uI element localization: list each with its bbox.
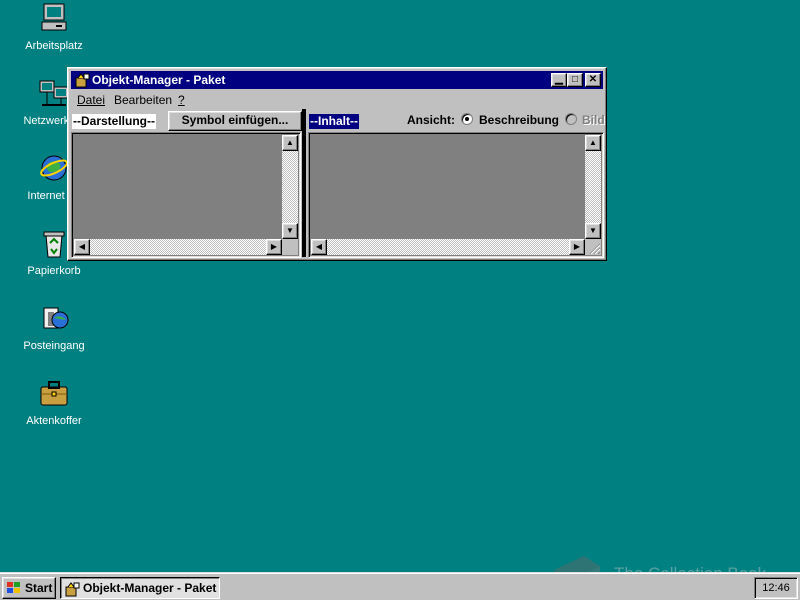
object-manager-window[interactable]: Objekt-Manager - Paket ▁ □ ✕ Datei Bearb…	[67, 67, 607, 261]
view-label: Ansicht:	[407, 113, 455, 127]
network-icon	[38, 77, 70, 109]
inhalt-header: --Inhalt--	[309, 114, 359, 129]
appearance-pane[interactable]: ▲ ▼ ◀ ▶	[71, 132, 301, 258]
minimize-button[interactable]: ▁	[551, 73, 567, 87]
arrow-down-icon: ▼	[589, 226, 597, 235]
arrow-up-icon: ▲	[286, 138, 294, 147]
desktop-icon-aktenkoffer[interactable]: Aktenkoffer	[8, 377, 100, 441]
scroll-right-button[interactable]: ▶	[569, 239, 585, 255]
darstellung-header: --Darstellung--	[72, 114, 156, 129]
close-icon: ✕	[588, 74, 598, 85]
resize-grip-icon	[589, 243, 601, 255]
desktop-icon-label: Arbeitsplatz	[25, 40, 83, 52]
view-description-radio[interactable]	[461, 113, 473, 125]
my-computer-icon	[38, 2, 70, 34]
taskbar-button-object-manager[interactable]: Objekt-Manager - Paket	[60, 577, 220, 599]
scroll-up-button[interactable]: ▲	[585, 135, 601, 151]
scroll-corner	[282, 239, 298, 255]
desktop-icon-label: Papierkorb	[27, 265, 81, 277]
package-icon	[74, 72, 90, 88]
start-label: Start	[25, 581, 53, 595]
taskbar: Start Objekt-Manager - Paket 12:46	[0, 572, 800, 600]
arrow-right-icon: ▶	[270, 242, 278, 251]
view-image-label: Bild	[582, 113, 605, 127]
desktop-icon-label: Aktenkoffer	[26, 415, 82, 427]
desktop-icon-posteingang[interactable]: Posteingang	[8, 302, 100, 366]
horizontal-scrollbar[interactable]: ◀ ▶	[74, 239, 282, 255]
arrow-right-icon: ▶	[573, 242, 581, 251]
pane-splitter[interactable]	[302, 109, 306, 257]
view-image-radio	[565, 113, 577, 125]
menu-datei[interactable]: Datei	[77, 93, 105, 107]
horizontal-scrollbar[interactable]: ◀ ▶	[311, 239, 585, 255]
vertical-scrollbar[interactable]: ▲ ▼	[585, 135, 601, 239]
scroll-right-button[interactable]: ▶	[266, 239, 282, 255]
menu-label: Datei	[77, 93, 106, 107]
system-tray-clock[interactable]: 12:46	[754, 577, 798, 599]
arrow-left-icon: ◀	[315, 242, 323, 251]
menu-label: Bearbeiten	[114, 93, 173, 107]
recycle-bin-icon	[38, 227, 70, 259]
start-button[interactable]: Start	[2, 577, 56, 599]
package-icon	[64, 581, 80, 597]
maximize-icon: □	[571, 74, 579, 85]
title-bar[interactable]: Objekt-Manager - Paket ▁ □ ✕	[71, 71, 603, 89]
menu-help[interactable]: ?	[178, 93, 185, 107]
briefcase-icon	[38, 377, 70, 409]
arrow-up-icon: ▲	[589, 138, 597, 147]
close-button[interactable]: ✕	[585, 73, 601, 87]
scroll-down-button[interactable]: ▼	[585, 223, 601, 239]
desktop-icon-label: Posteingang	[23, 340, 85, 352]
vertical-scrollbar[interactable]: ▲ ▼	[282, 135, 298, 239]
internet-explorer-icon	[38, 152, 70, 184]
resize-grip[interactable]	[585, 239, 601, 255]
view-description-label[interactable]: Beschreibung	[479, 113, 559, 127]
arrow-left-icon: ◀	[78, 242, 86, 251]
window-title: Objekt-Manager - Paket	[92, 73, 226, 87]
insert-symbol-button[interactable]: Symbol einfügen...	[168, 111, 302, 131]
minimize-icon: ▁	[555, 74, 563, 85]
maximize-button[interactable]: □	[567, 73, 583, 87]
desktop-icon-arbeitsplatz[interactable]: Arbeitsplatz	[8, 2, 100, 66]
header-row: --Darstellung-- Symbol einfügen... --Inh…	[71, 109, 605, 131]
menu-bar: Datei Bearbeiten ?	[71, 90, 603, 108]
menu-label: ?	[178, 93, 185, 107]
inbox-icon	[38, 302, 70, 334]
taskbar-button-label: Objekt-Manager - Paket	[83, 581, 217, 595]
scroll-up-button[interactable]: ▲	[282, 135, 298, 151]
scroll-down-button[interactable]: ▼	[282, 223, 298, 239]
scroll-left-button[interactable]: ◀	[311, 239, 327, 255]
windows-logo-icon	[6, 581, 22, 595]
scroll-left-button[interactable]: ◀	[74, 239, 90, 255]
content-pane[interactable]: ▲ ▼ ◀ ▶	[308, 132, 604, 258]
menu-bearbeiten[interactable]: Bearbeiten	[114, 93, 172, 107]
arrow-down-icon: ▼	[286, 226, 294, 235]
